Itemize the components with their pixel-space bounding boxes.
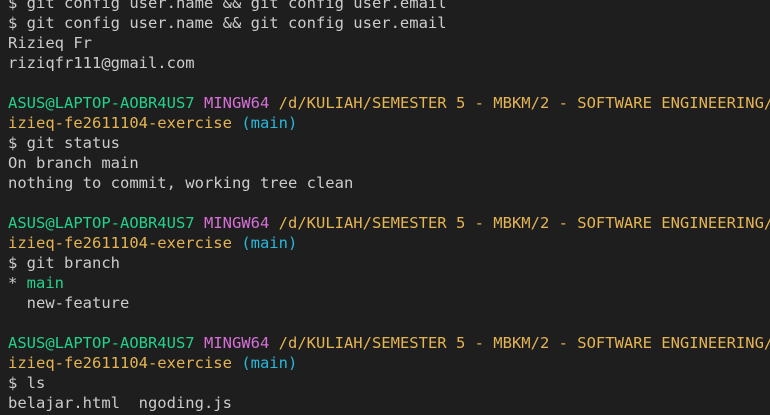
prompt-user-host: ASUS@LAPTOP-AOBR4US7: [8, 94, 195, 112]
prompt-line-cont: izieq-fe2611104-exercise (main): [8, 353, 770, 373]
branch-current-name: main: [26, 274, 64, 292]
prompt-path: /d/KULIAH/SEMESTER 5 - MBKM/2 - SOFTWARE…: [278, 334, 770, 352]
prompt-line: ASUS@LAPTOP-AOBR4US7 MINGW64 /d/KULIAH/S…: [8, 93, 770, 113]
prompt-line: ASUS@LAPTOP-AOBR4US7 MINGW64 /d/KULIAH/S…: [8, 333, 770, 353]
prompt-line-cont: izieq-fe2611104-exercise (main): [8, 113, 770, 133]
command-line: $ git status: [8, 133, 770, 153]
prompt-user-host: ASUS@LAPTOP-AOBR4US7: [8, 214, 195, 232]
command-line: $ git branch: [8, 253, 770, 273]
output-line: nothing to commit, working tree clean: [8, 173, 770, 193]
partial-top-line: $ git config user.name && git config use…: [8, 0, 770, 13]
prompt-path-cont: izieq-fe2611104-exercise: [8, 114, 232, 132]
prompt-path: /d/KULIAH/SEMESTER 5 - MBKM/2 - SOFTWARE…: [278, 214, 770, 232]
branch-current-line: * main: [8, 273, 770, 293]
command-text: $ git config user.name && git config use…: [8, 14, 447, 32]
prompt-path-cont: izieq-fe2611104-exercise: [8, 354, 232, 372]
branch-current-marker: *: [8, 274, 27, 292]
prompt-branch: (main): [241, 114, 298, 132]
output-text: nothing to commit, working tree clean: [8, 174, 354, 192]
output-text: belajar.html ngoding.js: [8, 394, 232, 412]
output-text: riziqfr111@gmail.com: [8, 54, 195, 72]
branch-other-line: new-feature: [8, 293, 770, 313]
prompt-shell: MINGW64: [203, 94, 270, 112]
command-text: $ git branch: [8, 254, 120, 272]
terminal-output: $ git config user.name && git config use…: [8, 0, 770, 413]
output-line: riziqfr111@gmail.com: [8, 53, 770, 73]
prompt-user-host: ASUS@LAPTOP-AOBR4US7: [8, 334, 195, 352]
command-text: $ git status: [8, 134, 120, 152]
prompt-line: ASUS@LAPTOP-AOBR4US7 MINGW64 /d/KULIAH/S…: [8, 213, 770, 233]
prompt-path: /d/KULIAH/SEMESTER 5 - MBKM/2 - SOFTWARE…: [278, 94, 770, 112]
output-line: belajar.html ngoding.js: [8, 393, 770, 413]
prompt-branch: (main): [241, 234, 298, 252]
command-line: $ ls: [8, 373, 770, 393]
prompt-path-cont: izieq-fe2611104-exercise: [8, 234, 232, 252]
prompt-shell: MINGW64: [203, 214, 270, 232]
command-text: $ ls: [8, 374, 46, 392]
branch-other-name: new-feature: [8, 294, 130, 312]
terminal-window[interactable]: $ git config user.name && git config use…: [0, 0, 770, 415]
output-line: On branch main: [8, 153, 770, 173]
output-text: Rizieq Fr: [8, 34, 92, 52]
command-line: $ git config user.name && git config use…: [8, 13, 770, 33]
partial-top-text: $ git config user.name && git config use…: [8, 0, 447, 12]
prompt-line-cont: izieq-fe2611104-exercise (main): [8, 233, 770, 253]
prompt-shell: MINGW64: [203, 334, 270, 352]
output-text: On branch main: [8, 154, 139, 172]
prompt-branch: (main): [241, 354, 298, 372]
output-line: Rizieq Fr: [8, 33, 770, 53]
